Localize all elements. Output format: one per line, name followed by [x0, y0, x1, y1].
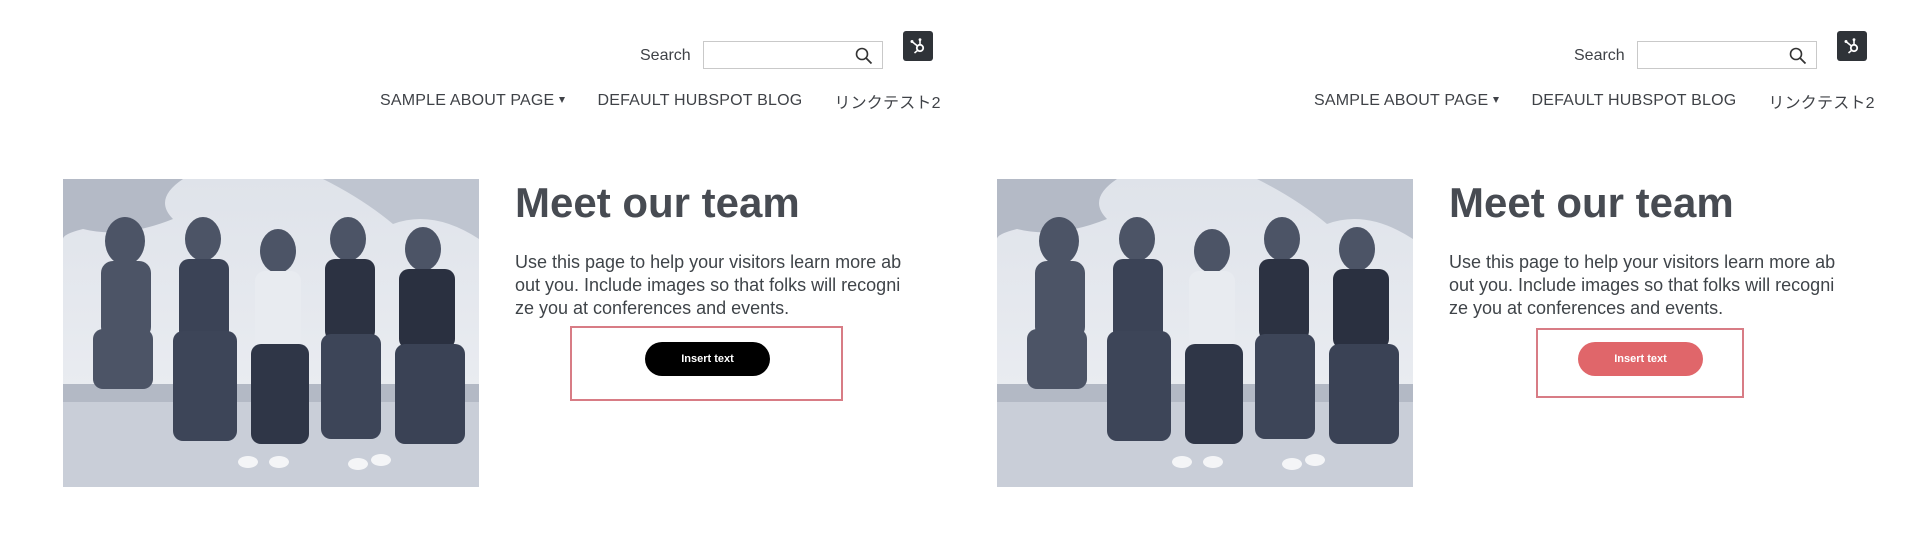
page-preview-right: Search SAMPLE ABOUT PAGE DEFAULT HUBSPOT… [935, 0, 1913, 553]
page-preview-left: Search SAMPLE ABOUT PAGE DEFAULT HUBSPOT… [0, 0, 950, 553]
insert-text-button[interactable]: Insert text [645, 342, 770, 376]
nav-item-label: SAMPLE ABOUT PAGE [1314, 92, 1489, 109]
team-photo [997, 179, 1413, 487]
hubspot-sprocket-icon[interactable] [1837, 31, 1867, 61]
insert-text-button[interactable]: Insert text [1578, 342, 1703, 376]
nav-item-label: SAMPLE ABOUT PAGE [380, 92, 555, 109]
intro-paragraph: Use this page to help your visitors lear… [1449, 252, 1836, 318]
main-nav: SAMPLE ABOUT PAGE DEFAULT HUBSPOT BLOG リ… [380, 89, 941, 113]
search-input[interactable] [704, 42, 856, 68]
search-field[interactable] [1637, 41, 1817, 69]
search-label: Search [1574, 47, 1625, 64]
intro-paragraph: Use this page to help your visitors lear… [515, 252, 902, 318]
hubspot-sprocket-icon[interactable] [903, 31, 933, 61]
page-title: Meet our team [515, 179, 800, 226]
team-photo [63, 179, 479, 487]
nav-item-sample-about-page[interactable]: SAMPLE ABOUT PAGE [1314, 92, 1500, 110]
nav-item-link-test-2[interactable]: リンクテスト2 [834, 89, 940, 113]
search-icon[interactable] [855, 47, 873, 65]
search-label: Search [640, 47, 691, 64]
nav-item-default-hubspot-blog[interactable]: DEFAULT HUBSPOT BLOG [597, 92, 802, 110]
nav-item-sample-about-page[interactable]: SAMPLE ABOUT PAGE [380, 92, 566, 110]
page-title: Meet our team [1449, 179, 1734, 226]
search-field[interactable] [703, 41, 883, 69]
nav-item-default-hubspot-blog[interactable]: DEFAULT HUBSPOT BLOG [1531, 92, 1736, 110]
chevron-down-icon [1493, 97, 1500, 103]
main-nav: SAMPLE ABOUT PAGE DEFAULT HUBSPOT BLOG リ… [1314, 89, 1875, 113]
nav-item-link-test-2[interactable]: リンクテスト2 [1768, 89, 1874, 113]
chevron-down-icon [559, 97, 566, 103]
search-input[interactable] [1638, 42, 1790, 68]
search-icon[interactable] [1789, 47, 1807, 65]
